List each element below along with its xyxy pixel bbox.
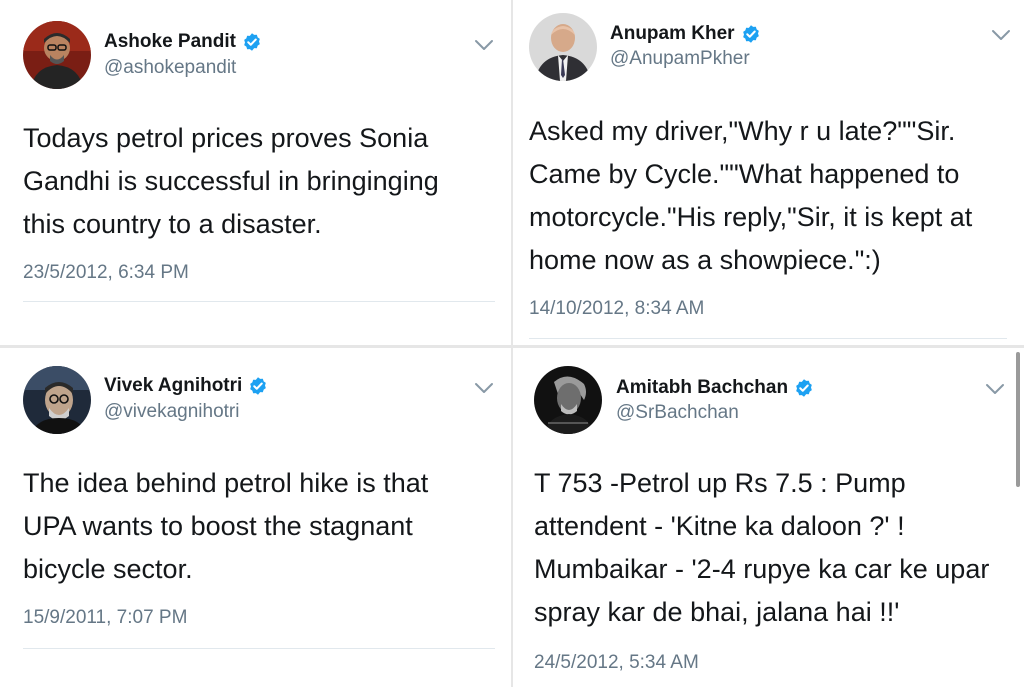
author-row: Amitabh Bachchan: [616, 374, 814, 402]
tweet-text: T 753 -Petrol up Rs 7.5 : Pump attendent…: [534, 468, 990, 627]
avatar[interactable]: [529, 13, 597, 81]
chevron-down-icon[interactable]: [473, 38, 495, 52]
avatar-vivek-agnihotri-icon: [23, 366, 91, 434]
verified-badge-icon: [794, 378, 814, 398]
author-name[interactable]: Anupam Kher: [610, 23, 735, 45]
avatar-ashoke-pandit-icon: [23, 21, 91, 89]
author-handle[interactable]: @SrBachchan: [616, 402, 739, 424]
separator: [23, 648, 495, 649]
separator: [23, 301, 495, 302]
tweet-card[interactable]: Amitabh Bachchan @SrBachchan T 753 -Petr…: [513, 348, 1024, 687]
avatar[interactable]: [23, 366, 91, 434]
author-row: Vivek Agnihotri: [104, 372, 268, 400]
author-handle[interactable]: @ashokepandit: [104, 57, 236, 79]
chevron-down-icon[interactable]: [473, 381, 495, 395]
avatar[interactable]: [534, 366, 602, 434]
tweet-card[interactable]: Ashoke Pandit @ashokepandit Todays petro…: [0, 0, 511, 345]
tweet-text: Todays petrol prices proves Sonia Gandhi…: [23, 123, 439, 239]
tweet-timestamp[interactable]: 15/9/2011, 7:07 PM: [23, 607, 187, 629]
tweet-text: The idea behind petrol hike is that UPA …: [23, 468, 429, 584]
tweet-text: Asked my driver,"Why r u late?""Sir. Cam…: [529, 116, 973, 275]
author-name[interactable]: Amitabh Bachchan: [616, 377, 788, 399]
author-row: Ashoke Pandit: [104, 28, 262, 56]
avatar-amitabh-bachchan-icon: [534, 366, 602, 434]
avatar-anupam-kher-icon: [529, 13, 597, 81]
avatar[interactable]: [23, 21, 91, 89]
tweet-timestamp[interactable]: 14/10/2012, 8:34 AM: [529, 298, 704, 320]
author-row: Anupam Kher: [610, 20, 761, 48]
author-name[interactable]: Vivek Agnihotri: [104, 375, 242, 397]
author-handle[interactable]: @AnupamPkher: [610, 48, 750, 70]
verified-badge-icon: [242, 32, 262, 52]
tweet-timestamp[interactable]: 23/5/2012, 6:34 PM: [23, 262, 189, 284]
verified-badge-icon: [248, 376, 268, 396]
separator: [529, 338, 1007, 339]
tweet-timestamp[interactable]: 24/5/2012, 5:34 AM: [534, 652, 699, 674]
chevron-down-icon[interactable]: [984, 382, 1006, 396]
author-name[interactable]: Ashoke Pandit: [104, 31, 236, 53]
chevron-down-icon[interactable]: [990, 28, 1012, 42]
scrollbar[interactable]: [1016, 352, 1020, 487]
author-handle[interactable]: @vivekagnihotri: [104, 401, 239, 423]
verified-badge-icon: [741, 24, 761, 44]
tweet-card[interactable]: Vivek Agnihotri @vivekagnihotri The idea…: [0, 348, 511, 687]
tweet-card[interactable]: Anupam Kher @AnupamPkher Asked my driver…: [513, 0, 1024, 345]
